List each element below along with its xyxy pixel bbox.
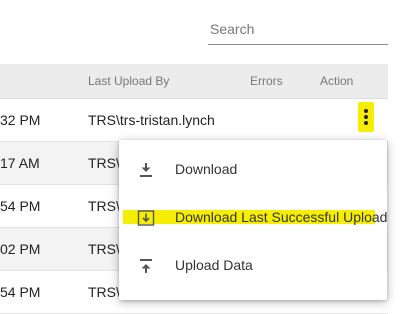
search-field[interactable]: [208, 16, 392, 45]
upload-user: TRS\trs-tristan.lynch: [88, 112, 215, 128]
menu-item-download-last-successful-upload[interactable]: Download Last Successful Upload: [119, 196, 387, 240]
search-input[interactable]: [208, 16, 392, 42]
upload-user: TRS\: [88, 284, 120, 300]
menu-item-upload-data[interactable]: Upload Data: [119, 244, 387, 288]
row-actions-button[interactable]: [358, 102, 374, 132]
upload-user: TRS\: [88, 241, 120, 257]
upload-user: TRS\: [88, 155, 120, 171]
column-header-last-upload-by[interactable]: Last Upload By: [88, 74, 169, 88]
menu-item-label: Download: [175, 161, 238, 177]
download-last-icon: [137, 209, 155, 227]
column-header-action: Action: [320, 74, 354, 88]
table-row[interactable]: 32 PM TRS\trs-tristan.lynch: [0, 99, 388, 142]
download-icon: [137, 161, 155, 179]
upload-icon: [137, 257, 155, 275]
upload-time: 54 PM: [0, 198, 41, 214]
menu-item-label: Upload Data: [175, 257, 253, 273]
upload-user: TRS\: [88, 198, 120, 214]
upload-time: 02 PM: [0, 241, 41, 257]
upload-time: 32 PM: [0, 112, 41, 128]
table-header: Last Upload By Errors Action: [0, 64, 388, 99]
column-header-errors[interactable]: Errors: [250, 74, 283, 88]
upload-time: 17 AM: [0, 155, 40, 171]
menu-item-label: Download Last Successful Upload: [175, 209, 388, 225]
row-actions-menu: Download Download Last Successful Upload…: [119, 140, 387, 300]
upload-time: 54 PM: [0, 284, 41, 300]
menu-item-download[interactable]: Download: [119, 148, 387, 192]
